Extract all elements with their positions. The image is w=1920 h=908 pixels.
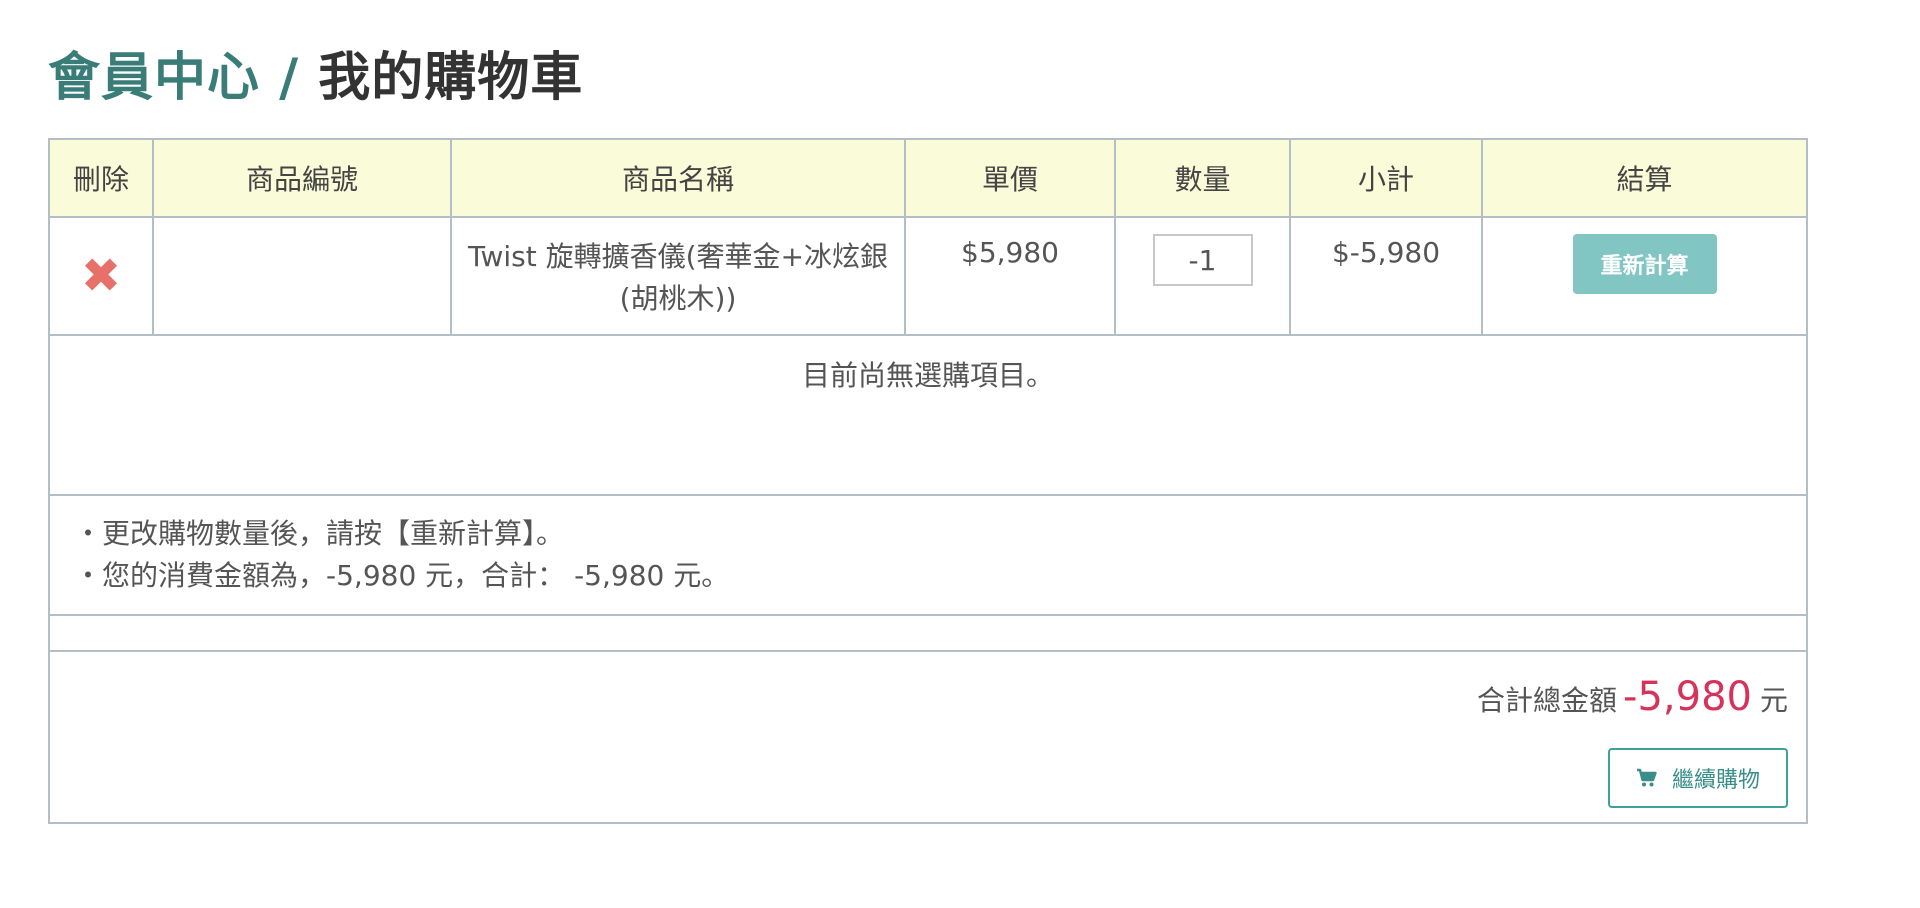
empty-message: 目前尚無選購項目。 xyxy=(48,334,1808,496)
checkout-cell: 重新計算 xyxy=(1481,216,1808,336)
page-title: 會員中心 / 我的購物車 xyxy=(48,42,583,114)
total-value: -5,980 xyxy=(1623,674,1752,720)
header-checkout: 結算 xyxy=(1481,138,1808,218)
unit-price-cell: $5,980 xyxy=(904,216,1116,336)
subtotal-cell: $-5,980 xyxy=(1289,216,1483,336)
header-sku: 商品編號 xyxy=(152,138,452,218)
notes-row: ・更改購物數量後，請按【重新計算】。 ・您的消費金額為，-5,980 元，合計：… xyxy=(48,494,1808,616)
table-header-row: 刪除 商品編號 商品名稱 單價 數量 小計 結算 xyxy=(48,138,1808,218)
total-label: 合計總金額 xyxy=(1477,684,1618,717)
empty-row: 目前尚無選購項目。 xyxy=(48,334,1808,496)
shopping-cart-icon xyxy=(1636,768,1658,788)
header-unit-price: 單價 xyxy=(904,138,1116,218)
header-product-name: 商品名稱 xyxy=(450,138,906,218)
total-unit: 元 xyxy=(1759,684,1788,717)
breadcrumb-separator: / xyxy=(260,48,319,108)
remove-cell: ✖ xyxy=(48,216,154,336)
page-title-current: 我的購物車 xyxy=(318,48,584,108)
continue-shopping-label: 繼續購物 xyxy=(1671,768,1760,793)
header-subtotal: 小計 xyxy=(1289,138,1483,218)
header-delete: 刪除 xyxy=(48,138,154,218)
spacer-row xyxy=(48,614,1808,652)
close-icon[interactable]: ✖ xyxy=(81,252,121,300)
quantity-cell xyxy=(1114,216,1291,336)
total-row: 合計總金額 -5,980 元 繼續購物 xyxy=(48,650,1808,824)
note-amount: ・您的消費金額為，-5,980 元，合計： -5,980 元。 xyxy=(74,559,730,592)
breadcrumb-parent[interactable]: 會員中心 xyxy=(48,48,260,108)
continue-shopping-button[interactable]: 繼續購物 xyxy=(1608,748,1788,808)
cart-table: 刪除 商品編號 商品名稱 單價 數量 小計 結算 ✖ Twist 旋轉擴香儀(奢… xyxy=(48,138,1808,824)
product-name[interactable]: Twist 旋轉擴香儀(奢華金+冰炫銀(胡桃木)) xyxy=(452,236,904,320)
table-row: ✖ Twist 旋轉擴香儀(奢華金+冰炫銀(胡桃木)) $5,980 $-5,9… xyxy=(48,216,1808,336)
sku-cell xyxy=(152,216,452,336)
product-name-cell: Twist 旋轉擴香儀(奢華金+冰炫銀(胡桃木)) xyxy=(450,216,906,336)
note-recalculate: ・更改購物數量後，請按【重新計算】。 xyxy=(74,517,565,550)
quantity-input[interactable] xyxy=(1152,234,1253,286)
header-quantity: 數量 xyxy=(1114,138,1291,218)
recalculate-button[interactable]: 重新計算 xyxy=(1572,234,1717,294)
grand-total: 合計總金額 -5,980 元 xyxy=(50,674,1788,720)
